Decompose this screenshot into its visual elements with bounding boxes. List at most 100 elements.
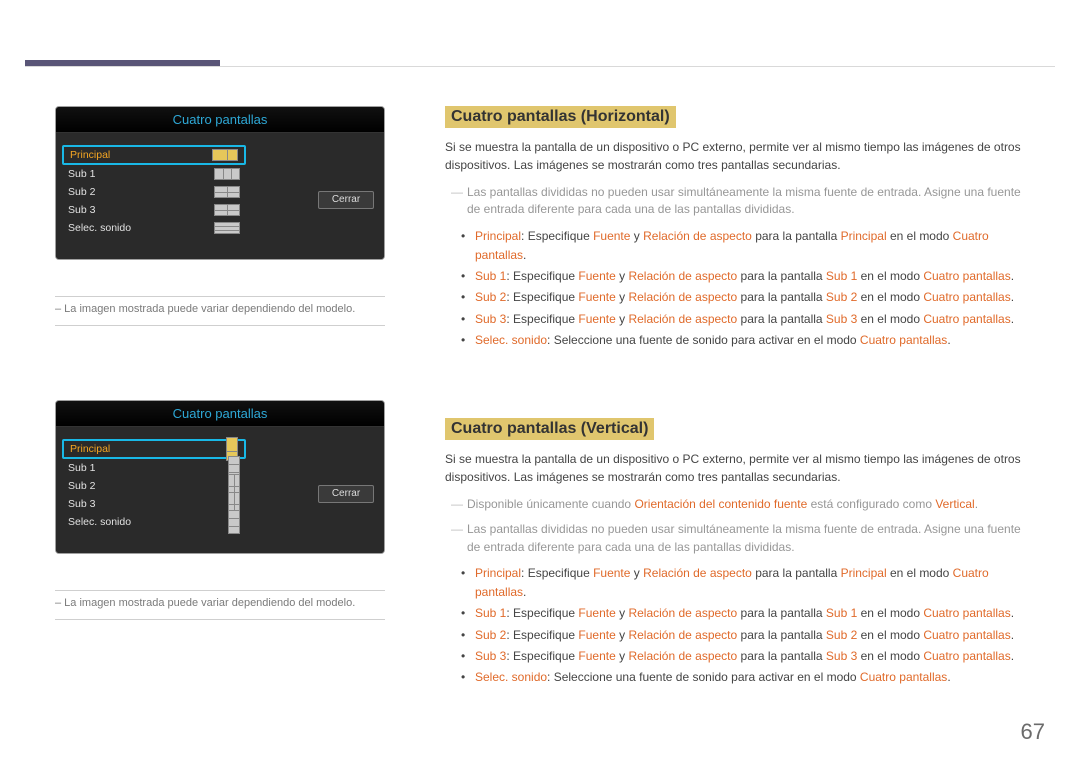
hl-term: Vertical <box>935 497 974 511</box>
hl-term: Sub 3 <box>475 649 506 663</box>
layout-selec-icon <box>228 510 240 534</box>
osd-body: Principal Sub 1 Sub 2 Sub 3 <box>56 427 384 553</box>
txt: en el modo <box>857 649 923 663</box>
txt: en el modo <box>887 566 953 580</box>
osd-menu-list: Principal Sub 1 Sub 2 Sub 3 <box>62 439 246 531</box>
txt: para la pantalla <box>752 229 841 243</box>
hl-term: Orientación del contenido fuente <box>634 497 807 511</box>
list-item: Selec. sonido: Seleccione una fuente de … <box>475 668 1025 687</box>
hl-term: Sub 3 <box>475 312 506 326</box>
list-item: Sub 3: Especifique Fuente y Relación de … <box>475 647 1025 666</box>
txt: en el modo <box>887 229 953 243</box>
hl-term: Relación de aspecto <box>628 606 737 620</box>
osd-row-sub3[interactable]: Sub 3 <box>62 201 246 219</box>
osd-caption: – La imagen mostrada puede variar depend… <box>55 303 395 315</box>
list-item: Sub 1: Especifique Fuente y Relación de … <box>475 267 1025 286</box>
list-item: Sub 2: Especifique Fuente y Relación de … <box>475 288 1025 307</box>
list-item: Sub 2: Especifique Fuente y Relación de … <box>475 626 1025 645</box>
txt: y <box>616 649 629 663</box>
hl-term: Cuatro pantallas <box>923 312 1010 326</box>
osd-row-sub3[interactable]: Sub 3 <box>62 495 246 513</box>
txt: : Especifique <box>521 566 593 580</box>
hl-term: Fuente <box>578 269 615 283</box>
intro-paragraph: Si se muestra la pantalla de un disposit… <box>445 138 1025 174</box>
txt: : Especifique <box>506 269 578 283</box>
osd-title: Cuatro pantallas <box>56 401 384 427</box>
osd-row-principal[interactable]: Principal <box>62 439 246 459</box>
txt: : Seleccione una fuente de sonido para a… <box>547 670 860 684</box>
osd-row-selec-sonido[interactable]: Selec. sonido <box>62 513 246 531</box>
txt: . <box>1011 269 1014 283</box>
hl-term: Sub 1 <box>475 269 506 283</box>
txt: : Especifique <box>506 628 578 642</box>
hl-term: Sub 1 <box>826 269 857 283</box>
hl-term: Relación de aspecto <box>628 312 737 326</box>
section-heading: Cuatro pantallas (Horizontal) <box>445 106 676 128</box>
section-horizontal: Cuatro pantallas (Horizontal) Si se mues… <box>445 106 1025 350</box>
txt: : Especifique <box>506 312 578 326</box>
txt: : Especifique <box>506 606 578 620</box>
list-item: Sub 1: Especifique Fuente y Relación de … <box>475 604 1025 623</box>
hl-term: Cuatro pantallas <box>923 649 1010 663</box>
osd-close-button[interactable]: Cerrar <box>318 485 374 503</box>
osd-row-label: Sub 1 <box>68 462 95 474</box>
hl-term: Sub 3 <box>826 649 857 663</box>
txt: . <box>975 497 978 511</box>
hl-term: Sub 1 <box>826 606 857 620</box>
txt: Disponible únicamente cuando <box>467 497 634 511</box>
hl-term: Cuatro pantallas <box>923 606 1010 620</box>
list-item: Principal: Especifique Fuente y Relación… <box>475 564 1025 602</box>
txt: . <box>1011 290 1014 304</box>
txt: para la pantalla <box>737 290 826 304</box>
osd-row-sub2[interactable]: Sub 2 <box>62 183 246 201</box>
layout-sub3-icon <box>214 204 240 216</box>
osd-row-selec-sonido[interactable]: Selec. sonido <box>62 219 246 237</box>
osd-row-label: Sub 2 <box>68 186 95 198</box>
hl-term: Sub 2 <box>826 628 857 642</box>
hl-term: Relación de aspecto <box>628 290 737 304</box>
note-line: Las pantallas divididas no pueden usar s… <box>445 521 1025 556</box>
hl-term: Fuente <box>593 229 630 243</box>
hl-term: Fuente <box>578 606 615 620</box>
caption-rule <box>55 619 385 620</box>
txt: y <box>616 312 629 326</box>
txt: en el modo <box>857 606 923 620</box>
txt: . <box>1011 649 1014 663</box>
hl-term: Cuatro pantallas <box>923 290 1010 304</box>
hl-term: Fuente <box>593 566 630 580</box>
osd-row-sub2[interactable]: Sub 2 <box>62 477 246 495</box>
hl-term: Relación de aspecto <box>643 566 752 580</box>
osd-row-label: Sub 3 <box>68 204 95 216</box>
osd-row-principal[interactable]: Principal <box>62 145 246 165</box>
list-item: Sub 3: Especifique Fuente y Relación de … <box>475 310 1025 329</box>
hl-term: Principal <box>475 229 521 243</box>
intro-paragraph: Si se muestra la pantalla de un disposit… <box>445 450 1025 486</box>
left-column: Cuatro pantallas Principal Sub 1 Sub 2 S… <box>55 106 395 620</box>
hl-term: Fuente <box>578 290 615 304</box>
note-line: Las pantallas divididas no pueden usar s… <box>445 184 1025 219</box>
osd-caption: – La imagen mostrada puede variar depend… <box>55 597 395 609</box>
txt: para la pantalla <box>737 606 826 620</box>
txt: y <box>616 628 629 642</box>
hl-term: Sub 3 <box>826 312 857 326</box>
txt: : Seleccione una fuente de sonido para a… <box>547 333 860 347</box>
hl-term: Sub 2 <box>826 290 857 304</box>
txt: está configurado como <box>807 497 935 511</box>
note-line: Disponible únicamente cuando Orientación… <box>445 496 1025 513</box>
hl-term: Fuente <box>578 628 615 642</box>
section-vertical: Cuatro pantallas (Vertical) Si se muestr… <box>445 418 1025 687</box>
osd-close-button[interactable]: Cerrar <box>318 191 374 209</box>
osd-block-2: Cuatro pantallas Principal Sub 1 Sub 2 <box>55 400 395 620</box>
osd-row-label: Sub 2 <box>68 480 95 492</box>
osd-row-label: Principal <box>70 443 110 455</box>
hl-term: Sub 2 <box>475 290 506 304</box>
osd-row-label: Sub 3 <box>68 498 95 510</box>
osd-row-sub1[interactable]: Sub 1 <box>62 165 246 183</box>
caption-rule <box>55 325 385 326</box>
osd-row-sub1[interactable]: Sub 1 <box>62 459 246 477</box>
list-item: Selec. sonido: Seleccione una fuente de … <box>475 331 1025 350</box>
txt: . <box>1011 312 1014 326</box>
osd-row-label: Principal <box>70 149 110 161</box>
header-rule <box>25 66 1055 67</box>
txt: . <box>523 248 526 262</box>
